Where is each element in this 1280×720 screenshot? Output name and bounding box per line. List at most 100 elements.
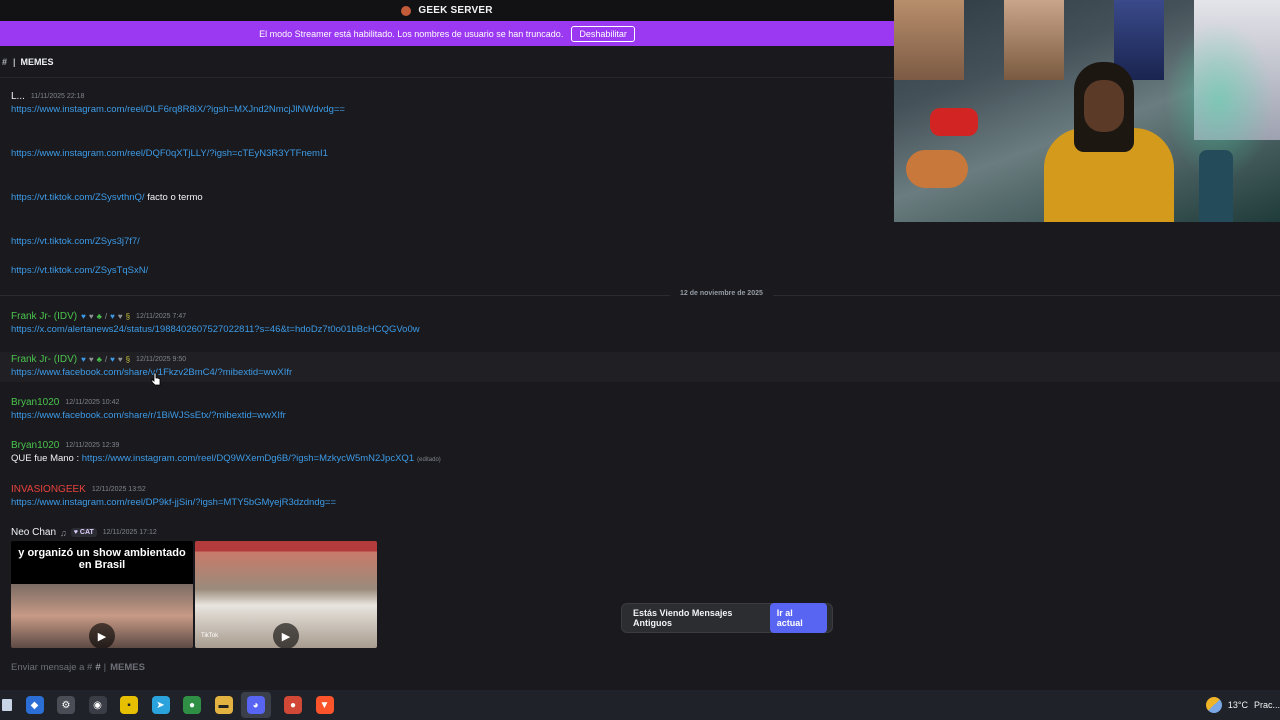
- user-badges: ♥ ♥ ♣ / ♥ ♥ §: [81, 312, 130, 321]
- weather-temperature: 13°C: [1227, 700, 1248, 710]
- heart-icon: ♥: [117, 355, 123, 364]
- message-line: https://www.instagram.com/reel/DLF6rq8R8…: [11, 103, 891, 117]
- obs-icon[interactable]: ◉: [88, 696, 107, 714]
- rgb-lamp: [1199, 150, 1233, 222]
- video-thumbnail[interactable]: y organizó un show ambientado en Brasil …: [11, 541, 193, 648]
- edited-label: (editado): [417, 457, 441, 463]
- message: Neo Chan ♫ ♥ CAT 12/11/2025 17:12: [11, 526, 891, 539]
- settings-gear-icon[interactable]: ⚙: [57, 696, 75, 714]
- message: https://vt.tiktok.com/ZSysTqSxN/: [11, 264, 891, 278]
- start-icon[interactable]: [2, 699, 12, 711]
- heart-icon: ♥: [81, 355, 86, 364]
- snake-icon: §: [125, 355, 131, 364]
- toast-text: Estás Viendo Mensajes Antiguos: [633, 608, 733, 628]
- channel-hash-icon: #: [95, 662, 101, 673]
- slash-icon: /: [104, 355, 108, 364]
- red-object: [930, 108, 978, 136]
- sticky-notes-icon[interactable]: ▪: [120, 696, 138, 714]
- file-explorer-icon[interactable]: ▬: [214, 696, 233, 714]
- message: Frank Jr- (IDV) ♥ ♥ ♣ / ♥ ♥ § 12/11/2025 7:47 …: [11, 310, 891, 337]
- message-link[interactable]: https://vt.tiktok.com/ZSysvthnQ/: [11, 192, 145, 203]
- message-author[interactable]: Neo Chan: [11, 527, 56, 538]
- disable-streamer-button[interactable]: Deshabilitar: [571, 25, 635, 42]
- user-tag: ♥ CAT: [70, 528, 97, 537]
- message-link[interactable]: https://x.com/alertanews24/status/198840…: [11, 324, 420, 335]
- channel-separator: |: [13, 56, 16, 67]
- copilot-icon[interactable]: ◆: [25, 696, 44, 714]
- date-divider-label: 12 de noviembre de 2025: [670, 290, 773, 297]
- discord-icon: ◕: [246, 696, 265, 714]
- message-timestamp: 11/11/2025 22:18: [30, 93, 85, 100]
- heart-icon: ♥: [88, 312, 94, 321]
- message-input[interactable]: Enviar mensaje a # # | MEMES: [0, 655, 1280, 680]
- date-divider: 12 de noviembre de 2025: [0, 290, 1280, 297]
- message-link[interactable]: https://www.instagram.com/reel/DP9kf-jjS…: [11, 497, 336, 508]
- channel-separator: |: [103, 662, 107, 673]
- message-link[interactable]: https://vt.tiktok.com/ZSys3j7f7/: [11, 236, 140, 247]
- message: INVASIONGEEK 12/11/2025 13:52 https://ww…: [11, 483, 891, 510]
- message-timestamp: 12/11/2025 12:39: [65, 442, 120, 449]
- message-input-placeholder: Enviar mensaje a #: [11, 662, 93, 673]
- wall-poster: [1004, 0, 1064, 80]
- message-author[interactable]: Frank Jr- (IDV): [11, 311, 77, 322]
- message: Bryan1020 12/11/2025 12:39 QUE fue Mano …: [11, 439, 891, 466]
- message-text: QUE fue Mano :: [11, 453, 80, 464]
- message-link[interactable]: https://vt.tiktok.com/ZSysTqSxN/: [11, 265, 148, 276]
- streamer-face: [1084, 80, 1124, 132]
- message-author[interactable]: INVASIONGEEK: [11, 484, 86, 495]
- heart-icon: ♥: [81, 312, 86, 321]
- chrome-icon[interactable]: ●: [183, 696, 201, 714]
- message-timestamp: 12/11/2025 10:42: [65, 399, 120, 406]
- server-title-bar: GEEK SERVER: [0, 0, 894, 21]
- message-link[interactable]: https://www.facebook.com/share/r/1BiWJSs…: [11, 410, 286, 421]
- user-badges: ♥ ♥ ♣ / ♥ ♥ §: [81, 355, 130, 364]
- video-caption: y organizó un show ambientado en Brasil: [18, 547, 186, 571]
- message: L... 11/11/2025 22:18 https://www.instag…: [11, 90, 891, 117]
- message-timestamp: 12/11/2025 9:50: [136, 356, 187, 363]
- message: https://www.instagram.com/reel/DQF0qXTjL…: [11, 147, 891, 161]
- message-author[interactable]: Bryan1020: [11, 440, 59, 451]
- cat: [906, 150, 968, 188]
- leaf-icon: ♣: [96, 312, 102, 321]
- user-tag-label: CAT: [79, 529, 94, 536]
- snake-icon: §: [125, 312, 131, 321]
- message-link[interactable]: https://www.instagram.com/reel/DLF6rq8R8…: [11, 104, 345, 115]
- webcam-overlay: [894, 0, 1280, 222]
- brave-icon[interactable]: ▼: [315, 696, 334, 714]
- heart-icon: ♥: [110, 312, 115, 321]
- wall-poster: [894, 0, 964, 80]
- windows-taskbar: ◆ ⚙ ◉ ▪ ➤ ● ▬ ◕ ● ▼ 13°C Prac...: [0, 690, 1280, 720]
- message-link[interactable]: https://www.instagram.com/reel/DQF0qXTjL…: [11, 148, 328, 159]
- system-tray: 13°C Prac...: [1205, 690, 1280, 720]
- message-author[interactable]: Bryan1020: [11, 397, 59, 408]
- streamer-mode-banner: El modo Streamer está habilitado. Los no…: [0, 21, 894, 46]
- message-timestamp: 12/11/2025 7:47: [136, 313, 187, 320]
- video-attachments: y organizó un show ambientado en Brasil …: [11, 541, 377, 648]
- message-author[interactable]: L...: [11, 91, 25, 102]
- slash-icon: /: [104, 312, 108, 321]
- message-text: facto o termo: [147, 192, 203, 203]
- heart-icon: ♥: [88, 355, 94, 364]
- message: https://vt.tiktok.com/ZSysvthnQ/ facto o…: [11, 191, 891, 205]
- play-icon[interactable]: ▶: [273, 623, 299, 648]
- message-input-channel: MEMES: [110, 662, 145, 673]
- channel-hash-icon: #: [2, 56, 8, 67]
- play-icon[interactable]: ▶: [89, 623, 115, 648]
- weather-description: Prac...: [1253, 700, 1280, 710]
- message-timestamp: 12/11/2025 13:52: [91, 486, 146, 493]
- server-name: GEEK SERVER: [418, 5, 493, 16]
- message-author[interactable]: Frank Jr- (IDV): [11, 354, 77, 365]
- weather-icon[interactable]: [1205, 697, 1222, 713]
- leaf-icon: ♣: [96, 355, 102, 364]
- chrome-profile-icon[interactable]: ●: [284, 696, 302, 714]
- message: Bryan1020 12/11/2025 10:42 https://www.f…: [11, 396, 891, 423]
- jump-to-present-button[interactable]: Ir al actual: [769, 603, 827, 633]
- discord-taskbar-active[interactable]: ◕: [240, 692, 271, 718]
- message-link[interactable]: https://www.instagram.com/reel/DQ9WXemDg…: [82, 453, 414, 464]
- message: Frank Jr- (IDV) ♥ ♥ ♣ / ♥ ♥ § 12/11/2025 9:50 …: [11, 353, 891, 380]
- channel-name: MEMES: [20, 56, 54, 67]
- video-thumbnail[interactable]: TikTok ▶: [195, 541, 377, 648]
- server-icon: [401, 5, 412, 16]
- telegram-icon[interactable]: ➤: [151, 696, 170, 714]
- mouse-cursor-icon: [151, 372, 161, 386]
